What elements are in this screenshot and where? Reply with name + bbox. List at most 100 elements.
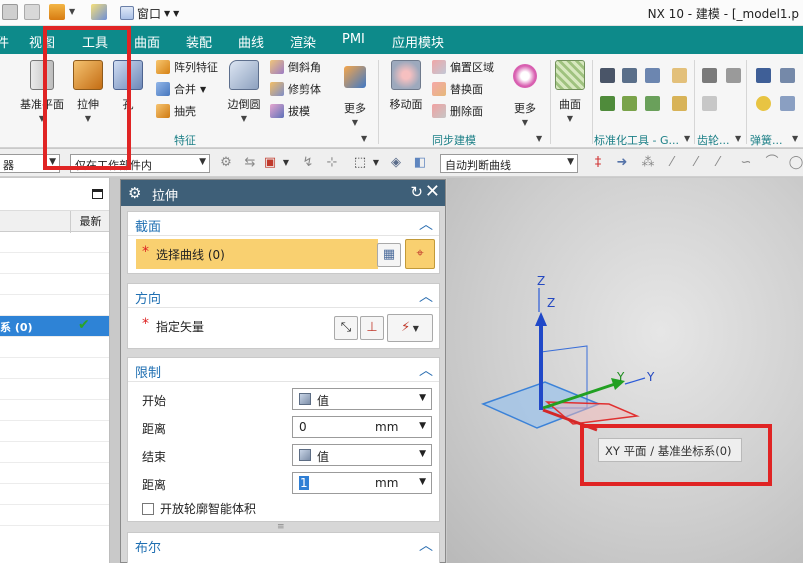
circle-icon[interactable]: ◯ <box>788 155 803 171</box>
face-filter-icon[interactable]: ◧ <box>412 155 428 171</box>
section-header[interactable]: 截面 ︿ <box>128 212 439 236</box>
arc-icon[interactable]: ⌒ <box>764 155 780 171</box>
surface-button[interactable]: 曲面 ▼ <box>548 60 592 123</box>
chevron-up-icon[interactable]: ︿ <box>419 214 433 234</box>
pattern-feature-button[interactable]: 阵列特征 <box>156 58 218 76</box>
tab-tools[interactable]: 工具 <box>82 32 108 51</box>
limits-header[interactable]: 限制 ︿ <box>128 358 439 382</box>
link-icon[interactable]: ⊹ <box>324 155 340 171</box>
vector-dialog-button[interactable]: ⊥ <box>360 316 384 340</box>
table-row[interactable] <box>0 484 109 505</box>
reverse-direction-button[interactable]: ⤡ <box>334 316 358 340</box>
table-row[interactable] <box>0 379 109 400</box>
chevron-up-icon[interactable]: ︿ <box>419 360 433 380</box>
table-row[interactable] <box>0 400 109 421</box>
tab-curve[interactable]: 曲线 <box>238 32 264 51</box>
table-row-selected[interactable]: 系 (0) ✔ <box>0 316 109 337</box>
chevron-down-icon[interactable]: ▼ <box>792 134 798 143</box>
table-row[interactable] <box>0 253 109 274</box>
sketch-section-button[interactable]: ▦ <box>377 243 401 267</box>
table-row[interactable] <box>0 505 109 526</box>
close-icon[interactable]: ✕ <box>425 181 440 202</box>
replace-face-button[interactable]: 替换面 <box>432 80 483 98</box>
tool-icon[interactable] <box>600 68 615 83</box>
chevron-down-icon[interactable]: ▼ <box>735 134 741 143</box>
transform-icon[interactable]: ⇆ <box>242 155 258 171</box>
tab-assembly[interactable]: 装配 <box>186 32 212 51</box>
line-icon[interactable]: ⁄ <box>710 155 726 171</box>
tangent-icon[interactable]: ∽ <box>738 155 754 171</box>
open-profile-checkbox[interactable]: 开放轮廓智能体积 <box>142 500 256 517</box>
box-select-icon[interactable]: ⬚ <box>352 155 368 171</box>
chevron-down-icon[interactable]: ▼ <box>536 134 542 143</box>
gear-tool-icon[interactable] <box>702 68 717 83</box>
line-icon[interactable]: ⁄ <box>664 155 680 171</box>
copy-icon[interactable] <box>24 4 40 20</box>
line-icon[interactable]: ⁄ <box>688 155 704 171</box>
graphics-viewport[interactable]: Z Z Y Y <box>447 178 803 563</box>
chevron-down-icon[interactable]: ▼ <box>684 134 690 143</box>
table-row[interactable] <box>0 232 109 253</box>
distance-end-input[interactable]: 1 mm ▼ <box>292 472 432 494</box>
intersect-icon[interactable]: ‡ <box>590 155 606 171</box>
tab-view[interactable]: 视图 <box>29 32 55 51</box>
reset-icon[interactable]: ↻ <box>410 183 423 201</box>
tool-icon[interactable] <box>645 68 660 83</box>
table-row[interactable] <box>0 358 109 379</box>
tab-surface[interactable]: 曲面 <box>134 32 160 51</box>
spring-tool-icon[interactable] <box>756 68 771 83</box>
hole-button[interactable]: 孔 <box>106 60 150 112</box>
curve-icon[interactable]: ↯ <box>300 155 316 171</box>
pencil-icon[interactable] <box>91 4 107 20</box>
chevron-down-icon[interactable]: ▼ <box>419 477 426 487</box>
spring-tool-icon[interactable] <box>780 96 795 111</box>
book-icon[interactable] <box>49 4 65 20</box>
select-curve-field[interactable]: * 选择曲线 (0) <box>136 239 378 269</box>
datum-plane-button[interactable]: 基准平面 ▼ <box>16 60 68 123</box>
tab-pmi[interactable]: PMI <box>342 32 365 47</box>
draft-button[interactable]: 拔模 <box>270 102 310 120</box>
chamfer-button[interactable]: 倒斜角 <box>270 58 321 76</box>
tab-render[interactable]: 渲染 <box>290 32 316 51</box>
trim-body-button[interactable]: 修剪体 <box>270 80 321 98</box>
tool-icon[interactable] <box>622 68 637 83</box>
point-select-icon[interactable]: ▣ <box>262 155 278 171</box>
chevron-down-icon[interactable]: ▼ <box>69 7 75 16</box>
drag-handle-icon[interactable]: ≡ <box>277 522 285 532</box>
body-filter-icon[interactable]: ◈ <box>388 155 404 171</box>
tool-icon[interactable] <box>672 96 687 111</box>
chevron-up-icon[interactable]: ︿ <box>419 286 433 306</box>
spring-tool-icon[interactable] <box>756 96 771 111</box>
tab-file[interactable]: 件 <box>0 32 9 51</box>
curve-rule-combo[interactable]: 自动判断曲线 ▼ <box>440 154 578 173</box>
yz-plane-shape[interactable] <box>544 401 640 425</box>
tool-icon[interactable] <box>600 96 615 111</box>
gear-icon[interactable]: ⚙ <box>128 184 141 202</box>
chevron-up-icon[interactable]: ︿ <box>419 535 433 555</box>
chevron-down-icon[interactable]: ▼ <box>368 155 384 171</box>
boolean-header[interactable]: 布尔 ︿ <box>128 533 439 557</box>
vector-type-dropdown[interactable]: ⚡ ▼ <box>387 314 433 342</box>
delete-face-button[interactable]: 删除面 <box>432 102 483 120</box>
table-row[interactable] <box>0 463 109 484</box>
chevron-down-icon[interactable]: ▼ <box>361 134 367 143</box>
extrude-button[interactable]: 拉伸 ▼ <box>66 60 110 123</box>
arrow-right-icon[interactable]: ➜ <box>614 155 630 171</box>
move-face-button[interactable]: 移动面 <box>384 60 428 112</box>
shell-button[interactable]: 抽壳 <box>156 102 196 120</box>
table-row[interactable] <box>0 421 109 442</box>
tool-icon[interactable] <box>645 96 660 111</box>
column-latest[interactable]: 最新 <box>70 211 110 233</box>
more-features-button[interactable]: 更多 ▼ <box>333 60 377 127</box>
table-row[interactable] <box>0 337 109 358</box>
table-row[interactable] <box>0 295 109 316</box>
tool-icon[interactable] <box>672 68 687 83</box>
more-sync-button[interactable]: 更多 ▼ <box>503 60 547 127</box>
table-row[interactable] <box>0 274 109 295</box>
end-type-select[interactable]: 值 ▼ <box>292 444 432 466</box>
edge-blend-button[interactable]: 边倒圆 ▼ <box>222 60 266 123</box>
chevron-down-icon[interactable]: ▼ <box>419 421 426 431</box>
checkbox-box[interactable] <box>142 502 154 515</box>
distance-start-input[interactable]: 0 mm ▼ <box>292 416 432 438</box>
grid-snap-icon[interactable]: ⁂ <box>640 155 656 171</box>
